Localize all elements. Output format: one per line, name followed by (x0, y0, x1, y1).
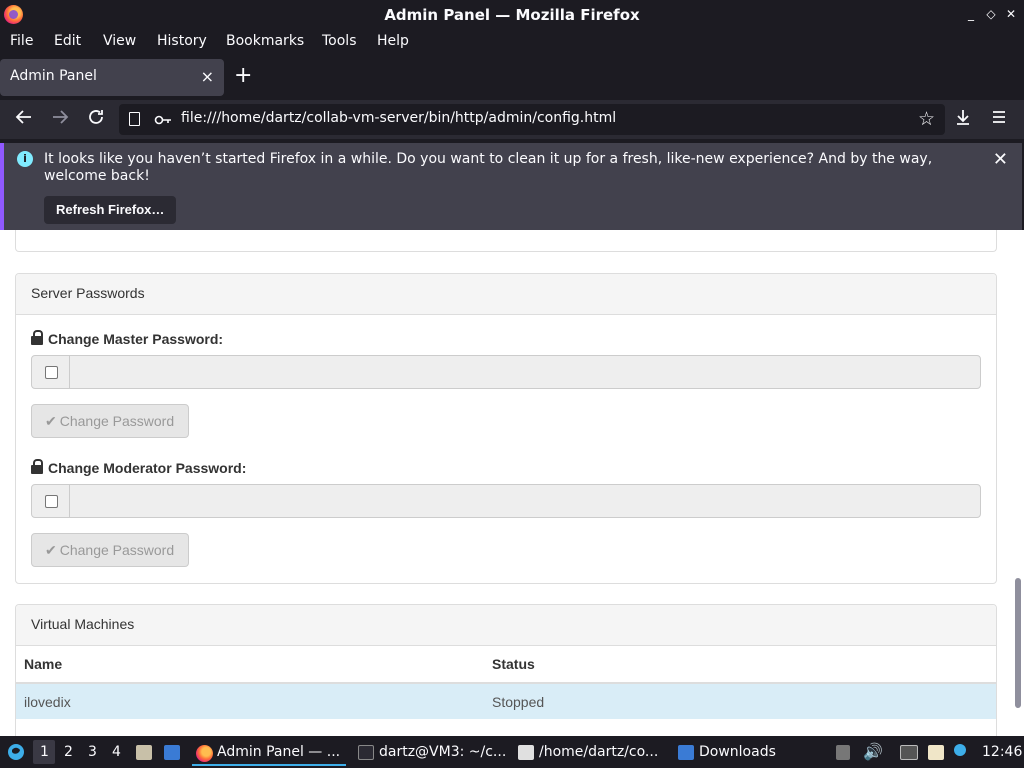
vm-table: Name Status ilovedix Stopped (16, 646, 996, 719)
moderator-password-addon (31, 484, 70, 518)
text-editor-icon (518, 745, 534, 760)
task-downloads-label: Downloads (699, 744, 776, 760)
vm-name-cell[interactable]: ilovedix (16, 683, 484, 719)
tab-label: Admin Panel (10, 68, 97, 84)
window-title: Admin Panel — Mozilla Firefox (384, 6, 640, 24)
clipboard-icon[interactable] (836, 745, 850, 760)
download-icon (957, 110, 969, 125)
new-tab-button[interactable]: + (234, 65, 252, 87)
menu-view[interactable]: View (103, 33, 136, 49)
minimize-button[interactable]: _ (964, 6, 978, 22)
info-icon: i (17, 151, 33, 167)
page-scrollbar[interactable] (1012, 230, 1024, 736)
tab-close-icon[interactable]: × (201, 67, 214, 86)
master-password-input[interactable] (69, 355, 981, 389)
virtual-machines-panel: Virtual Machines Name Status ilovedix St… (15, 604, 997, 736)
page-icon (129, 112, 140, 126)
workspace-2[interactable]: 2 (64, 744, 73, 760)
master-password-label: Change Master Password: (31, 330, 224, 347)
network-icon[interactable] (900, 745, 918, 760)
tab-admin-panel[interactable]: Admin Panel × (0, 59, 224, 96)
menu-bar: File Edit View History Bookmarks Tools H… (0, 30, 1024, 55)
terminal-icon (358, 745, 374, 760)
workspace-3[interactable]: 3 (88, 744, 97, 760)
task-firefox-label: Admin Panel — ... (217, 744, 341, 760)
moderator-password-label-text: Change Moderator Password: (48, 460, 247, 476)
scrollbar-thumb[interactable] (1015, 578, 1021, 708)
workspace-4[interactable]: 4 (112, 744, 121, 760)
hamburger-menu-icon (993, 111, 1005, 123)
folder-icon (678, 745, 694, 760)
moderator-password-input-group (31, 484, 981, 518)
change-master-password-label: Change Password (59, 413, 175, 429)
volume-icon[interactable]: 🔊 (863, 742, 883, 761)
refresh-notification-bar: i It looks like you haven’t started Fire… (0, 143, 1022, 230)
reload-button[interactable] (85, 108, 107, 130)
menu-history[interactable]: History (157, 33, 207, 49)
url-text[interactable]: file:///home/dartz/collab-vm-server/bin/… (181, 110, 616, 126)
task-terminal-label: dartz@VM3: ~/c... (379, 744, 507, 760)
taskbar: 1 2 3 4 Admin Panel — ... dartz@VM3: ~/c… (0, 736, 1024, 768)
master-password-addon (31, 355, 70, 389)
close-window-button[interactable]: ✕ (1004, 6, 1018, 22)
updates-icon[interactable] (954, 744, 966, 756)
task-editor-label: /home/dartz/co... (539, 744, 659, 760)
reload-icon (89, 110, 103, 124)
column-header-name: Name (16, 646, 484, 684)
master-password-checkbox[interactable] (45, 366, 58, 379)
lock-icon (31, 459, 43, 474)
notification-message: It looks like you haven’t started Firefo… (44, 151, 933, 184)
navigation-toolbar: file:///home/dartz/collab-vm-server/bin/… (0, 100, 1024, 139)
show-desktop-icon[interactable] (164, 745, 180, 760)
moderator-password-input[interactable] (69, 484, 981, 518)
menu-file[interactable]: File (10, 33, 33, 49)
clock[interactable]: 12:46 (982, 744, 1022, 760)
moderator-password-checkbox[interactable] (45, 495, 58, 508)
forward-button[interactable] (49, 108, 71, 130)
check-icon: ✔ (45, 542, 57, 558)
change-moderator-password-button[interactable]: ✔ Change Password (31, 533, 189, 567)
moderator-password-label: Change Moderator Password: (31, 459, 247, 476)
vm-status-cell: Stopped (484, 683, 996, 719)
previous-panel-bottom (15, 230, 997, 252)
server-passwords-panel: Server Passwords Change Master Password:… (15, 273, 997, 584)
task-firefox[interactable]: Admin Panel — ... (192, 736, 346, 768)
forward-arrow-icon (53, 110, 69, 124)
app-menu-button[interactable] (988, 108, 1010, 130)
column-header-status: Status (484, 646, 996, 684)
menu-bookmarks[interactable]: Bookmarks (226, 33, 304, 49)
back-button[interactable] (13, 108, 35, 130)
task-terminal[interactable]: dartz@VM3: ~/c... (354, 736, 510, 768)
downloads-button[interactable] (952, 108, 974, 130)
tab-strip: Admin Panel × + (0, 55, 1024, 100)
back-arrow-icon (15, 110, 31, 124)
change-moderator-password-label: Change Password (59, 542, 175, 558)
page-content: Server Passwords Change Master Password:… (0, 230, 1012, 736)
table-row[interactable]: ilovedix Stopped (16, 683, 996, 719)
master-password-label-text: Change Master Password: (48, 331, 224, 347)
firefox-icon (196, 745, 213, 762)
key-icon[interactable] (154, 111, 172, 129)
menu-help[interactable]: Help (377, 33, 409, 49)
task-editor[interactable]: /home/dartz/co... (514, 736, 670, 768)
window-titlebar: Admin Panel — Mozilla Firefox _ ◇ ✕ (0, 0, 1024, 30)
start-menu-icon[interactable] (6, 742, 26, 762)
master-password-input-group (31, 355, 981, 389)
notes-icon[interactable] (928, 745, 944, 760)
change-master-password-button[interactable]: ✔ Change Password (31, 404, 189, 438)
maximize-button[interactable]: ◇ (984, 6, 998, 22)
file-manager-launcher-icon[interactable] (136, 745, 152, 760)
bookmark-star-icon[interactable]: ☆ (918, 108, 935, 130)
lock-icon (31, 330, 43, 345)
menu-tools[interactable]: Tools (322, 33, 357, 49)
refresh-firefox-button[interactable]: Refresh Firefox… (44, 196, 177, 224)
address-bar[interactable]: file:///home/dartz/collab-vm-server/bin/… (119, 104, 945, 135)
task-downloads[interactable]: Downloads (674, 736, 784, 768)
check-icon: ✔ (45, 413, 57, 429)
workspace-1[interactable]: 1 (40, 744, 49, 760)
menu-edit[interactable]: Edit (54, 33, 81, 49)
server-passwords-heading: Server Passwords (16, 274, 996, 315)
virtual-machines-heading: Virtual Machines (16, 605, 996, 646)
notification-close-icon[interactable]: ✕ (993, 149, 1008, 170)
